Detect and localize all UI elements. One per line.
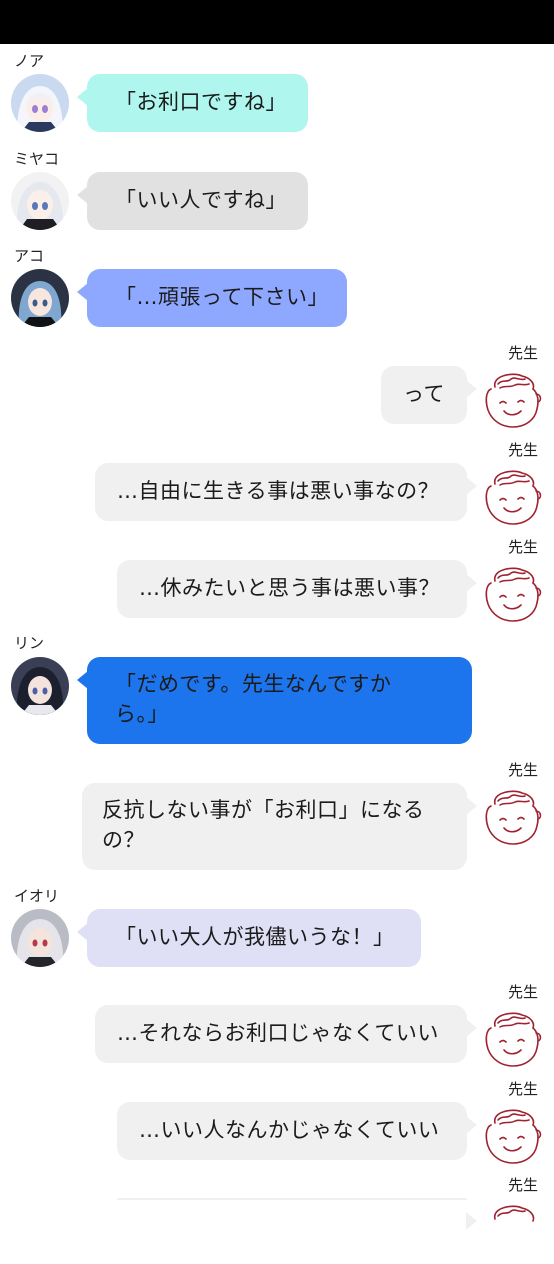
message-bubble[interactable]: …休みたいと思う事は悪い事？ [117,560,477,618]
message-text: 「いい大人が我儘いうな！」 [115,925,395,949]
message-text-line-1: 「だめです。先生なんですか [115,672,392,696]
speaker-name: ノア [14,52,45,70]
message-bubble[interactable]: …それならお利口じゃなくていい [95,1005,477,1063]
message-text-line-2: ら。」 [115,702,169,726]
speaker-name: アコ [14,247,45,265]
speaker-name: 先生 [508,1080,539,1098]
speaker-name: 先生 [508,1176,539,1194]
avatar-noa[interactable] [11,74,69,132]
message-text: …自由に生きる事は悪い事なの？ [117,479,440,503]
speaker-name: 先生 [508,538,539,556]
message-text: 「お利口ですね」 [115,90,287,114]
sensei-avatar-icon[interactable] [480,783,546,849]
sensei-avatar-icon[interactable] [480,1198,546,1264]
speaker-name: イオリ [14,887,60,905]
speaker-name: 先生 [508,344,539,362]
avatar-iori[interactable] [11,909,69,967]
speaker-name: 先生 [508,983,539,1001]
avatar-rin[interactable] [11,657,69,715]
message-bubble[interactable]: 反抗しない事が「お利口」になる の？ [82,783,477,870]
message-text: …休みたいと思う事は悪い事？ [139,576,440,600]
message-bubble[interactable]: …自由に生きる事は悪い事なの？ [95,463,477,521]
sensei-avatar-icon[interactable] [480,463,546,529]
status-bar [0,0,554,44]
avatar-ako[interactable] [11,269,69,327]
message-text-line-1: 反抗しない事が「お利口」になる [102,798,425,822]
speaker-name: 先生 [508,761,539,779]
speaker-name: リン [14,634,45,652]
sensei-avatar-icon[interactable] [480,1102,546,1168]
message-text: …それならお利口じゃなくていい [117,1021,439,1045]
message-bubble[interactable]: 「お利口ですね」 [77,74,308,132]
message-text: 「いい人ですね」 [115,188,287,212]
message-bubble[interactable]: 「いい人ですね」 [77,172,308,230]
message-bubble[interactable]: 「…頑張って下さい」 [77,269,347,327]
sensei-avatar-icon[interactable] [480,560,546,626]
message-bubble[interactable]: って [381,366,477,424]
avatar-miyako[interactable] [11,172,69,230]
message-text: …いい人なんかじゃなくていい [139,1118,440,1142]
sensei-avatar-icon[interactable] [480,1005,546,1071]
speaker-name: ミヤコ [14,150,60,168]
message-text: って [403,382,445,406]
sensei-avatar-icon[interactable] [480,366,546,432]
message-bubble[interactable]: 「だめです。先生なんですか ら。」 [77,657,472,744]
message-text: 「…頑張って下さい」 [115,285,329,309]
message-bubble[interactable]: …いい人なんかじゃなくていい [117,1102,477,1160]
message-text-line-2: の？ [102,828,145,852]
speaker-name: 先生 [508,441,539,459]
message-bubble[interactable]: 「いい大人が我儘いうな！」 [77,909,421,967]
